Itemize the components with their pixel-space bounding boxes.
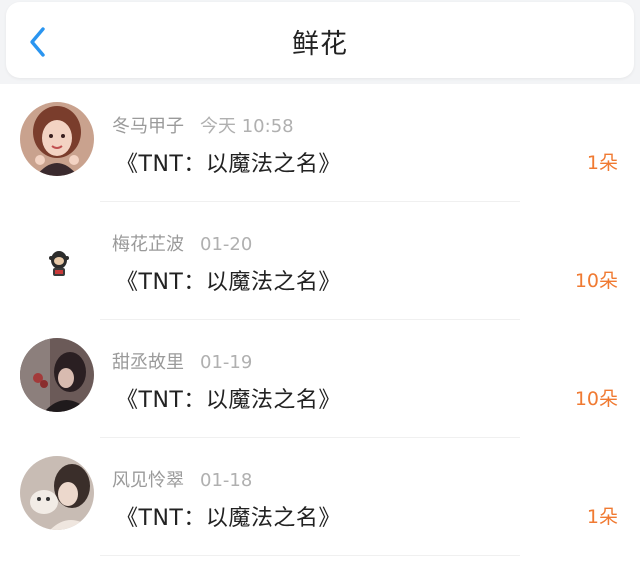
item-meta: 梅花芷波 01-20 — [112, 230, 252, 256]
flower-record-list: 冬马甲子 今天 10:58 《TNT：以魔法之名》 1朵 梅花芷波 01-20 … — [0, 84, 640, 564]
flower-count: 1朵 — [586, 506, 618, 528]
username[interactable]: 甜丞故里 — [112, 352, 184, 373]
username[interactable]: 风见怜翠 — [112, 470, 184, 491]
divider — [100, 555, 520, 556]
flower-count: 1朵 — [586, 152, 618, 174]
username[interactable]: 梅花芷波 — [112, 234, 184, 255]
list-item[interactable]: 梅花芷波 01-20 《TNT：以魔法之名》 10朵 — [0, 202, 640, 320]
book-title[interactable]: 《TNT：以魔法之名》 — [116, 500, 341, 532]
book-title[interactable]: 《TNT：以魔法之名》 — [116, 146, 341, 178]
timestamp: 今天 10:58 — [200, 116, 294, 137]
list-item[interactable]: 冬马甲子 今天 10:58 《TNT：以魔法之名》 1朵 — [0, 84, 640, 202]
flower-count: 10朵 — [574, 388, 618, 410]
item-meta: 甜丞故里 01-19 — [112, 348, 252, 374]
item-meta: 冬马甲子 今天 10:58 — [112, 112, 294, 138]
list-item[interactable]: 风见怜翠 01-18 《TNT：以魔法之名》 1朵 — [0, 438, 640, 556]
avatar[interactable] — [20, 456, 94, 530]
header-card: 鲜花 — [6, 2, 634, 78]
page-title: 鲜花 — [292, 29, 348, 60]
avatar[interactable] — [20, 220, 94, 294]
avatar[interactable] — [20, 338, 94, 412]
book-title[interactable]: 《TNT：以魔法之名》 — [116, 382, 341, 414]
username[interactable]: 冬马甲子 — [112, 116, 184, 137]
timestamp: 01-19 — [200, 352, 253, 373]
header-bar: 鲜花 — [0, 0, 640, 84]
flower-count: 10朵 — [574, 270, 618, 292]
item-meta: 风见怜翠 01-18 — [112, 466, 252, 492]
book-title[interactable]: 《TNT：以魔法之名》 — [116, 264, 341, 296]
flower-list-screen: 鲜花 冬马甲子 今天 10:58 《TNT：以魔法之名》 1朵 梅花芷波 01-… — [0, 0, 640, 564]
timestamp: 01-18 — [200, 470, 253, 491]
avatar[interactable] — [20, 102, 94, 176]
timestamp: 01-20 — [200, 234, 253, 255]
list-item[interactable]: 甜丞故里 01-19 《TNT：以魔法之名》 10朵 — [0, 320, 640, 438]
